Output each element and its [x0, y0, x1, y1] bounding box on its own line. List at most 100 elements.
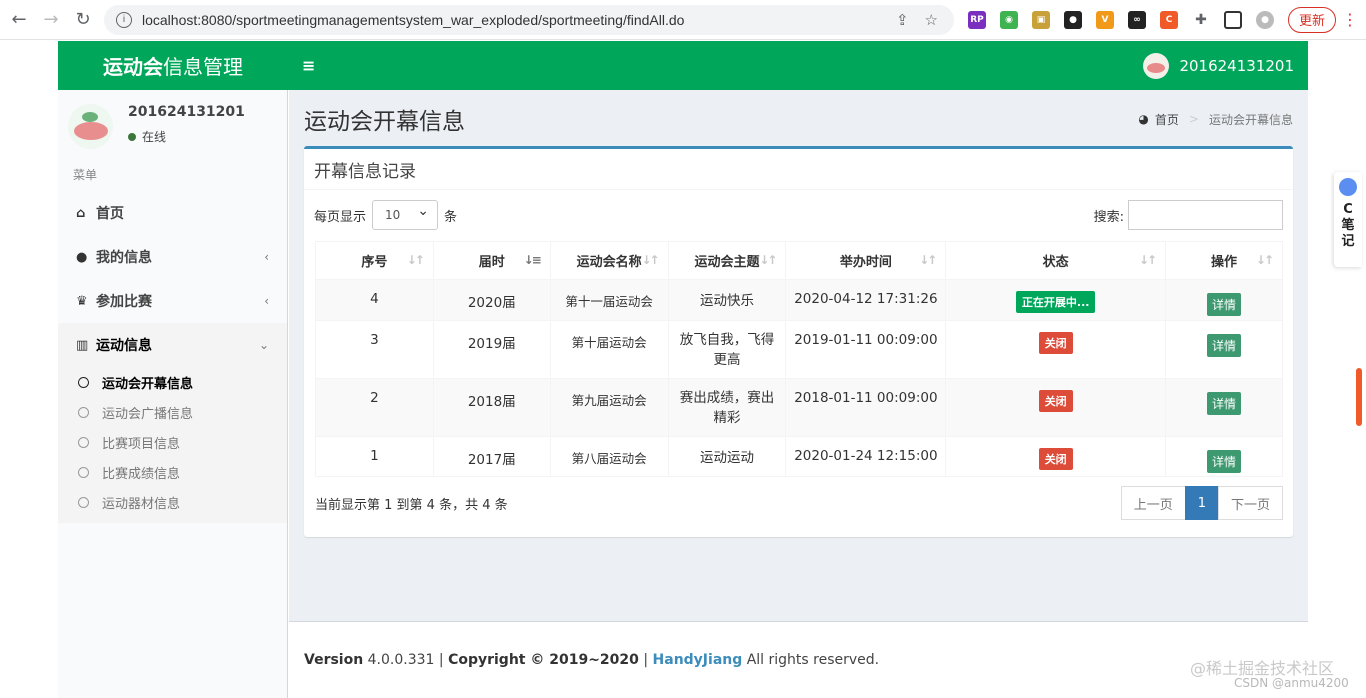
extension-chat-icon[interactable]: ◉: [1000, 10, 1018, 29]
header-user-menu[interactable]: 201624131201: [1143, 52, 1294, 79]
chevron-down-icon: ⌄: [258, 338, 269, 352]
extension-infinity-icon[interactable]: ∞: [1128, 10, 1146, 29]
column-header-no[interactable]: 序号 ↓↑: [315, 241, 434, 280]
detail-button[interactable]: 详情: [1207, 334, 1242, 357]
subitem-equipment-info[interactable]: 运动器材信息: [58, 487, 287, 517]
cell-name: 第十一届运动会: [549, 279, 669, 321]
status-text: 在线: [142, 130, 167, 144]
subitem-event-info[interactable]: 比赛项目信息: [58, 427, 287, 457]
cell-no: 2: [315, 378, 434, 437]
search-input[interactable]: [1128, 200, 1283, 230]
column-header-time[interactable]: 举办时间 ↓↑: [785, 241, 947, 280]
bar-chart-icon: ▥: [76, 337, 89, 353]
extension-vip-icon[interactable]: V: [1096, 10, 1114, 29]
sidebar: 201624131201 在线 菜单 ⌂ 首页 ● 我的信息 ‹ ♛ 参加比赛 …: [58, 90, 288, 698]
extension-c-icon[interactable]: C: [1160, 10, 1178, 29]
box-title: 开幕信息记录: [304, 149, 1293, 190]
cell-session: 2018届: [432, 378, 551, 437]
extension-dark-icon[interactable]: ●: [1064, 10, 1082, 29]
detail-button[interactable]: 详情: [1207, 293, 1242, 316]
footer-copyright: Copyright © 2019~2020: [448, 652, 639, 668]
table-row: 4 2020届 第十一届运动会 运动快乐 2020-04-12 17:31:26…: [315, 279, 1283, 321]
trophy-icon: ♛: [76, 293, 88, 309]
detail-button[interactable]: 详情: [1207, 392, 1242, 415]
column-header-name[interactable]: 运动会名称 ↓↑: [549, 241, 669, 280]
column-header-theme[interactable]: 运动会主题 ↓↑: [667, 241, 787, 280]
subitem-opening-info[interactable]: 运动会开幕信息: [58, 367, 287, 397]
sidebar-item-label: 首页: [96, 206, 124, 222]
detail-button[interactable]: 详情: [1207, 450, 1242, 473]
subitem-broadcast-info[interactable]: 运动会广播信息: [58, 397, 287, 427]
side-panel-icon[interactable]: [1224, 10, 1242, 29]
subitem-label: 比赛成绩信息: [102, 466, 181, 482]
next-page-button[interactable]: 下一页: [1217, 486, 1283, 520]
footer-rights: All rights reserved.: [746, 652, 880, 668]
page-size-select[interactable]: 10: [372, 200, 439, 230]
update-button[interactable]: 更新: [1288, 6, 1337, 33]
share-icon[interactable]: ⇪: [896, 11, 909, 29]
table-controls: 每页显示 10 条 搜索:: [304, 190, 1293, 240]
address-bar[interactable]: i localhost:8080/sportmeetingmanagements…: [104, 4, 954, 35]
table-row: 2 2018届 第九届运动会 赛出成绩，赛出精彩 2018-01-11 00:0…: [315, 378, 1283, 437]
sort-icon: ↓↑: [1255, 253, 1274, 267]
csdn-notes-tab[interactable]: C 笔 记: [1334, 172, 1362, 267]
profile-icon[interactable]: ●: [1256, 10, 1274, 29]
status-badge: 关闭: [1038, 390, 1073, 412]
column-header-action[interactable]: 操作 ↓↑: [1165, 241, 1283, 280]
reload-icon[interactable]: ↻: [70, 7, 96, 33]
sidebar-item-sports-info[interactable]: ▥ 运动信息 ⌄: [58, 323, 287, 367]
user-status: 在线: [128, 128, 245, 145]
extension-image-icon[interactable]: ▣: [1032, 10, 1050, 29]
prev-page-button[interactable]: 上一页: [1120, 486, 1186, 520]
table-info-text: 当前显示第 1 到第 4 条，共 4 条: [315, 497, 508, 513]
records-box: 开幕信息记录 每页显示 10 条 搜索: 序号↓↑ 届时↓≡ 运动会名称↓↑ 运…: [304, 146, 1293, 537]
app-logo[interactable]: 运动会 信息管理: [58, 41, 288, 90]
sidebar-toggle-icon[interactable]: ≡: [302, 56, 315, 75]
sidebar-item-competitions[interactable]: ♛ 参加比赛 ‹: [58, 279, 287, 323]
csdn-notes-label: C 笔 记: [1341, 202, 1355, 249]
content-header: 运动会开幕信息 ◕ 首页 > 运动会开幕信息: [289, 90, 1308, 148]
cell-session: 2019届: [432, 320, 551, 379]
bookmark-star-icon[interactable]: ☆: [925, 11, 938, 29]
logo-bold: 运动会: [103, 55, 163, 79]
more-menu-icon[interactable]: ⋮: [1342, 10, 1358, 29]
back-icon[interactable]: ←: [6, 7, 32, 33]
circle-icon: [78, 466, 89, 478]
logo-rest: 信息管理: [163, 55, 243, 79]
subitem-results-info[interactable]: 比赛成绩信息: [58, 457, 287, 487]
extensions-puzzle-icon[interactable]: ✚: [1192, 10, 1210, 29]
page-size-suffix: 条: [444, 209, 458, 225]
column-header-status[interactable]: 状态 ↓↑: [945, 241, 1167, 280]
sort-icon: ↓↑: [919, 253, 937, 267]
search-label: 搜索:: [1093, 209, 1124, 225]
page-margin-left: [0, 41, 58, 698]
footer-version-label: Version: [304, 652, 364, 668]
content-wrapper: 运动会开幕信息 ◕ 首页 > 运动会开幕信息 开幕信息记录 每页显示 10 条 …: [289, 90, 1308, 621]
online-dot-icon: [128, 132, 136, 141]
page-1-button[interactable]: 1: [1184, 486, 1219, 520]
breadcrumb-home[interactable]: 首页: [1155, 111, 1179, 128]
sort-icon: ↓↑: [1138, 253, 1157, 267]
cell-time: 2018-01-11 00:09:00: [785, 378, 947, 437]
sort-icon: ↓↑: [641, 253, 659, 267]
column-header-session[interactable]: 届时 ↓≡: [432, 241, 551, 280]
status-badge: 关闭: [1038, 448, 1073, 470]
sidebar-item-home[interactable]: ⌂ 首页: [58, 191, 287, 235]
circle-icon: [78, 406, 89, 418]
cell-theme: 赛出成绩，赛出精彩: [667, 378, 787, 437]
cell-time: 2020-01-24 12:15:00: [785, 436, 947, 477]
subitem-label: 比赛项目信息: [102, 436, 181, 452]
scroll-indicator[interactable]: [1356, 368, 1362, 426]
cell-session: 2020届: [432, 279, 551, 321]
sidebar-item-my-info[interactable]: ● 我的信息 ‹: [58, 235, 287, 279]
sort-icon: ↓↑: [759, 253, 777, 267]
site-info-icon[interactable]: i: [116, 11, 132, 28]
cell-time: 2020-04-12 17:31:26: [785, 279, 947, 321]
header-username: 201624131201: [1179, 56, 1294, 75]
menu-header: 菜单: [58, 152, 287, 191]
records-table: 序号 ↓↑ 届时 ↓≡ 运动会名称 ↓↑ 运动会主题 ↓↑ 举办时间 ↓↑ 状态 ↓↑ 操作…: [315, 241, 1283, 477]
footer-brand-link[interactable]: HandyJiang: [653, 652, 743, 668]
cell-theme: 运动运动: [667, 436, 787, 477]
extension-rp-icon[interactable]: RP: [968, 10, 986, 29]
forward-icon[interactable]: →: [38, 7, 64, 33]
